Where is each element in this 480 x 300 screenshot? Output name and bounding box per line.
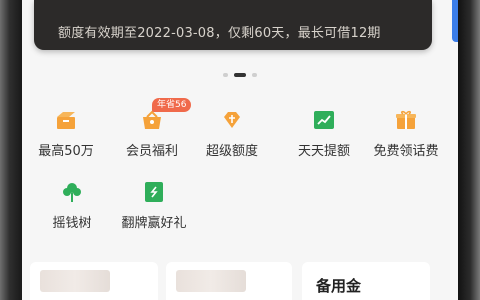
carousel-dot <box>252 73 257 77</box>
card-flip-icon <box>145 182 163 202</box>
phone-bezel-right <box>458 0 480 300</box>
blurred-content <box>40 270 110 292</box>
service-label: 超级额度 <box>205 144 258 159</box>
box-open-icon <box>57 112 75 129</box>
card-title: 备用金 <box>316 277 362 295</box>
service-label: 免费领话费 <box>373 144 439 159</box>
promo-card-1[interactable] <box>30 262 158 300</box>
carousel-dot <box>223 73 228 77</box>
app-screen: 额度有效期至2022-03-08，仅剩60天，最长可借12期 最高50万 年省5… <box>22 0 458 300</box>
diamond-icon <box>224 112 240 128</box>
blurred-content <box>176 270 246 292</box>
gift-box-icon <box>396 110 416 129</box>
reserve-fund-card[interactable]: 备用金 <box>302 262 430 300</box>
savings-badge: 年省56 <box>152 98 192 112</box>
carousel-indicator <box>22 73 458 79</box>
promo-card-2[interactable] <box>166 262 292 300</box>
trend-up-icon <box>314 111 334 129</box>
toast-message: 额度有效期至2022-03-08，仅剩60天，最长可借12期 <box>58 26 381 41</box>
credit-validity-toast: 额度有效期至2022-03-08，仅剩60天，最长可借12期 <box>34 0 432 50</box>
service-label: 翻牌赢好礼 <box>121 216 187 231</box>
carousel-dot-active <box>234 73 246 77</box>
phone-bezel-left <box>0 0 24 300</box>
tree-icon <box>63 183 81 202</box>
